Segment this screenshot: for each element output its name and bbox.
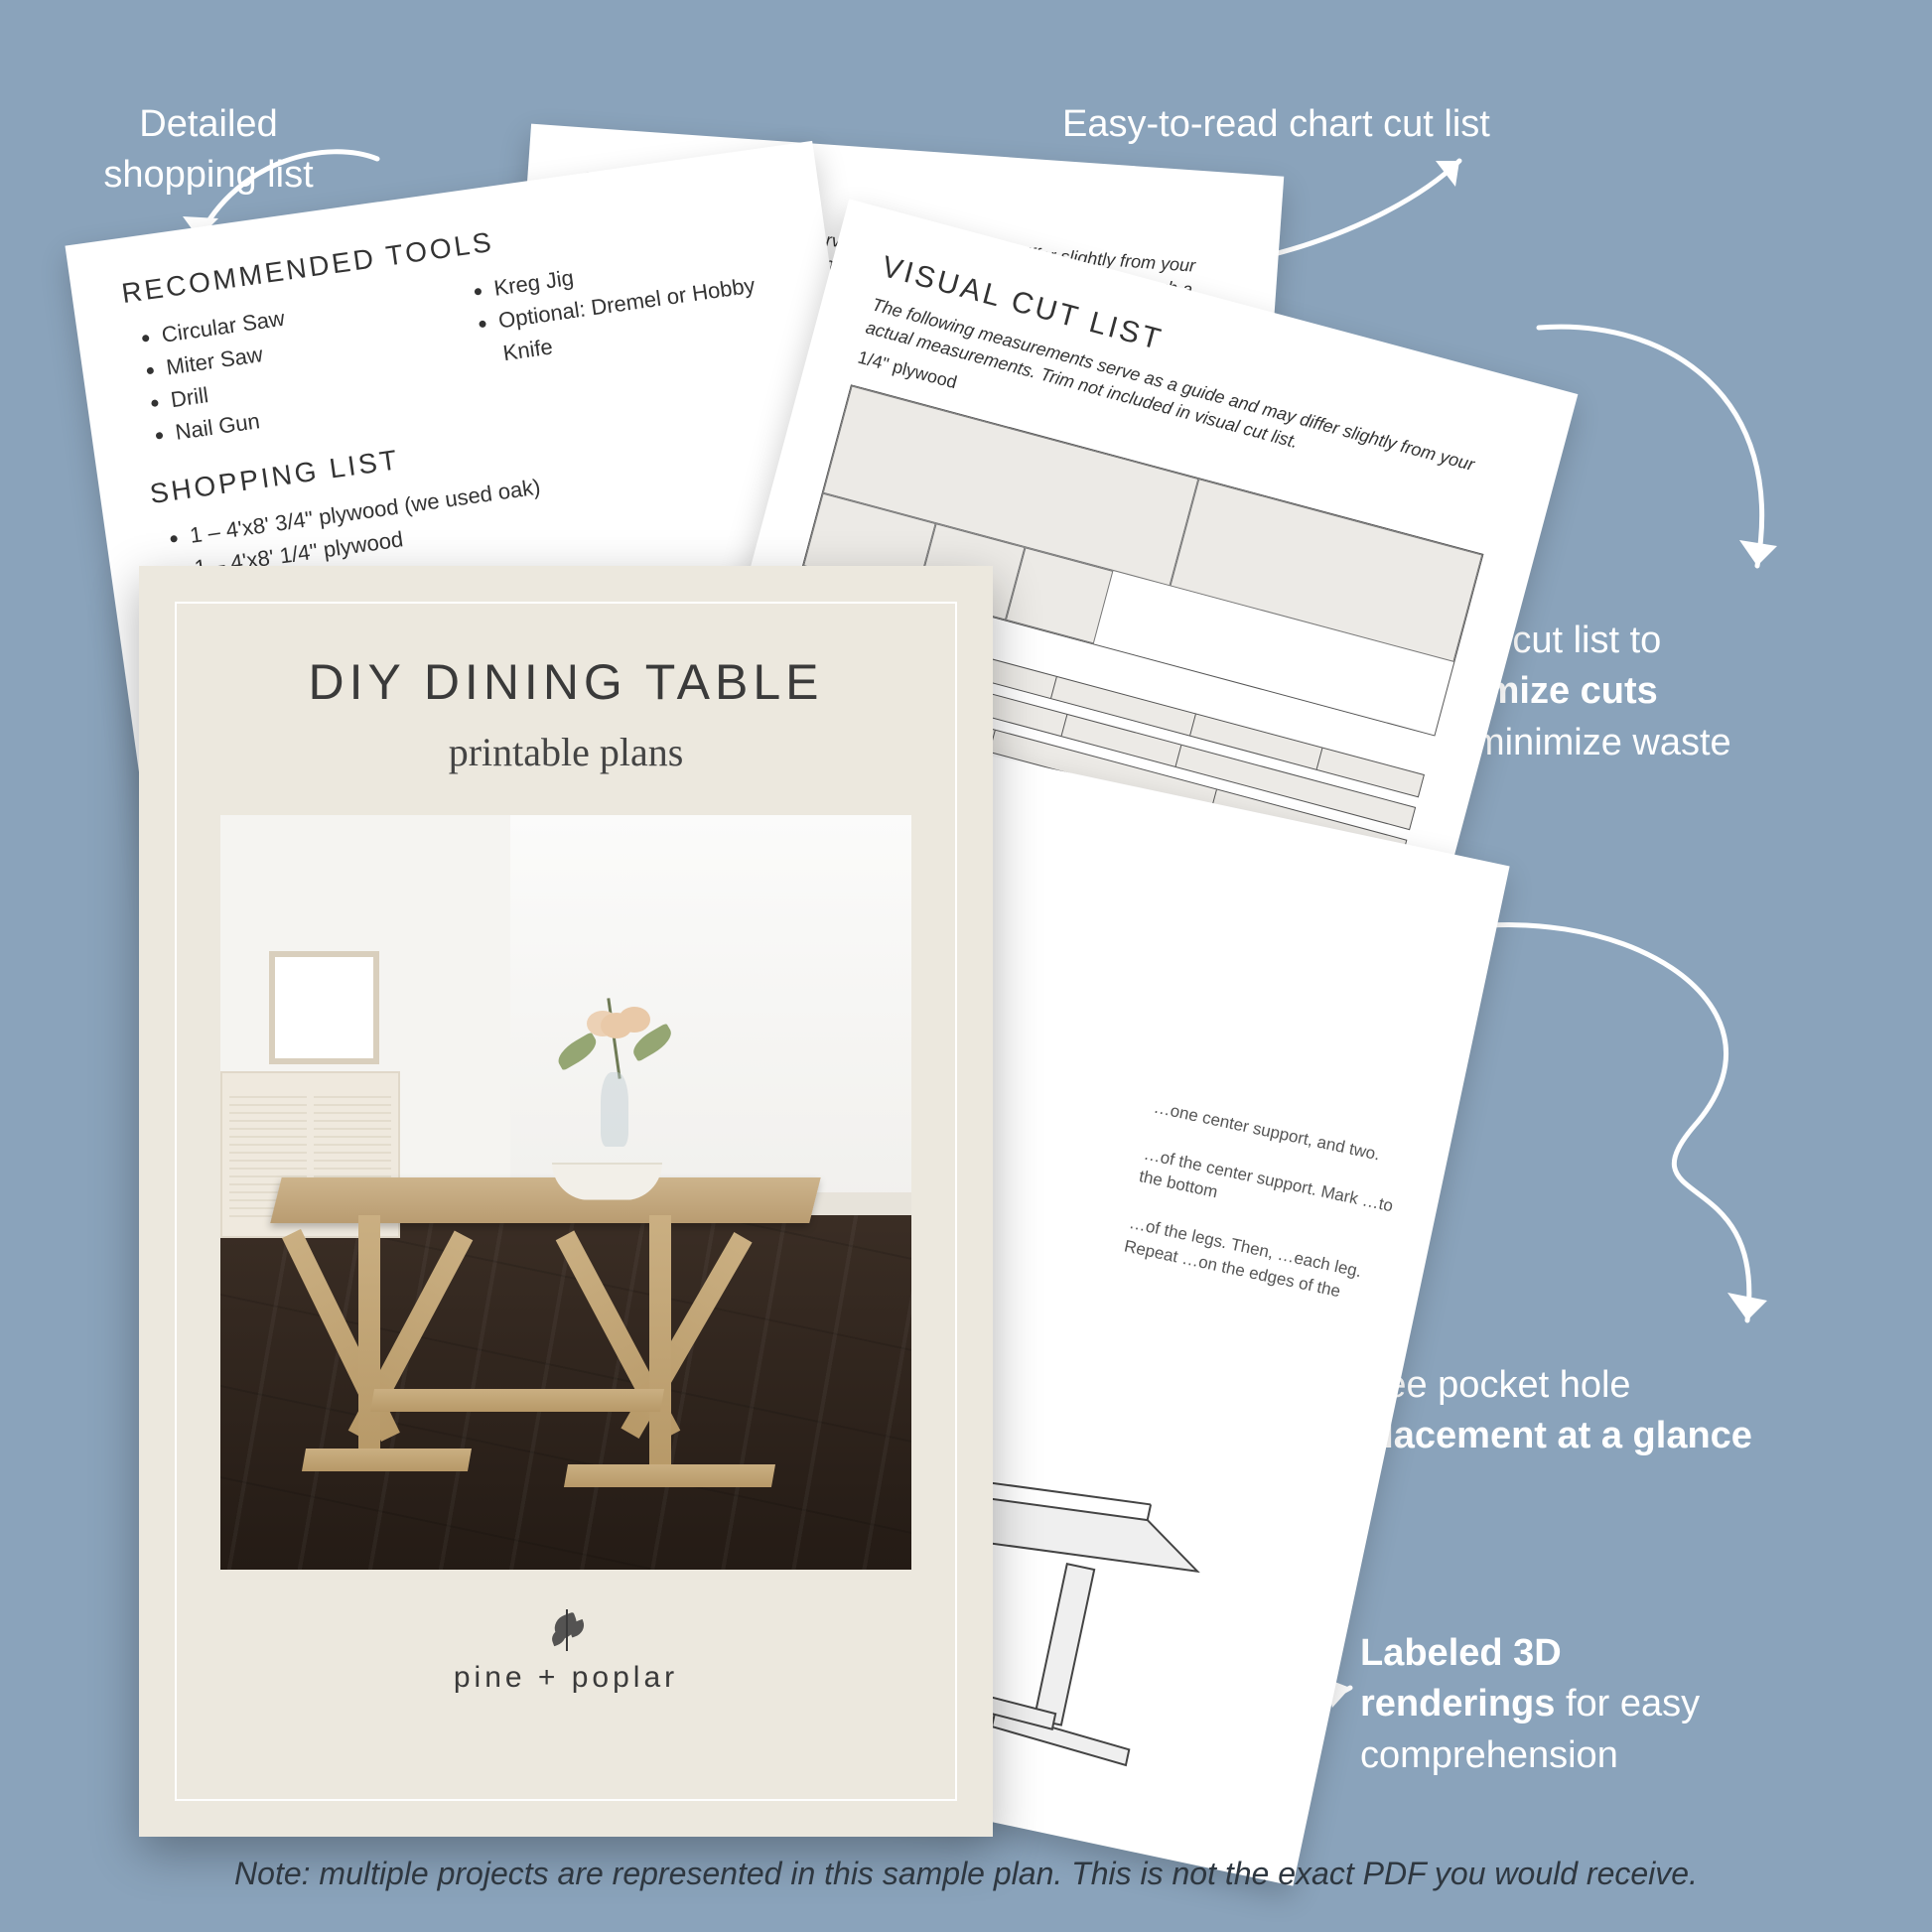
leaf-icon — [549, 1609, 583, 1651]
callout-text-bold: renderings — [1360, 1683, 1555, 1725]
footnote: Note: multiple projects are represented … — [0, 1856, 1932, 1892]
callout-text-bold: placement at a glance — [1360, 1415, 1752, 1456]
callout-render: Labeled 3D renderings for easy comprehen… — [1360, 1628, 1896, 1781]
callout-chartcut: Easy-to-read chart cut list — [1062, 99, 1490, 150]
cover-frame: DIY DINING TABLE printable plans pine + … — [175, 602, 957, 1801]
callout-pocket: See pocket hole placement at a glance — [1360, 1360, 1916, 1462]
cover-page: DIY DINING TABLE printable plans pine + … — [139, 566, 993, 1837]
arrow-visualcut — [1529, 318, 1807, 596]
cover-subtitle: printable plans — [449, 729, 684, 775]
brand-name: pine + poplar — [454, 1661, 678, 1695]
cover-photo — [220, 815, 911, 1570]
cover-title: DIY DINING TABLE — [308, 653, 823, 711]
callout-text-bold: Labeled 3D — [1360, 1632, 1562, 1674]
brand: pine + poplar — [454, 1609, 678, 1695]
render-step-text: …one center support, and two. …of the ce… — [1122, 1096, 1409, 1311]
callout-text: for easy — [1555, 1683, 1700, 1725]
callout-text: comprehension — [1360, 1734, 1618, 1776]
